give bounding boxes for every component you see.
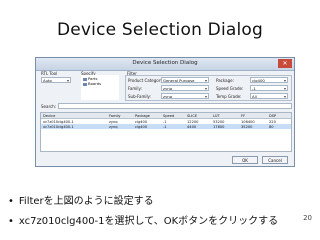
slide-title: Device Selection Dialog xyxy=(56,20,264,40)
chevron-down-icon: ▾ xyxy=(204,78,207,83)
column-header[interactable]: SLICE xyxy=(187,114,197,118)
table-cell: 53200 xyxy=(213,119,225,124)
rtl-tool-select[interactable]: Auto ▾ xyxy=(41,77,71,83)
product-category-select[interactable]: General Purpose ▾ xyxy=(161,77,209,83)
specify-item-boards[interactable]: Boards xyxy=(83,81,101,86)
table-cell: 4400 xyxy=(187,124,197,129)
chevron-down-icon: ▾ xyxy=(283,78,286,83)
table-cell: 106400 xyxy=(241,119,255,124)
chevron-down-icon: ▾ xyxy=(283,86,286,91)
temp-grade-label: Temp Grade: xyxy=(216,94,242,99)
product-category-label: Product Category: xyxy=(128,78,164,83)
package-label: Package: xyxy=(216,78,234,83)
specify-item-label: Boards xyxy=(88,81,102,86)
product-category-value: General Purpose xyxy=(163,78,195,83)
column-header[interactable]: FF xyxy=(241,114,245,118)
table-cell: 12200 xyxy=(187,119,199,124)
dialog-titlebar: Device Selection Dialog ✕ xyxy=(36,58,294,71)
table-cell: 17600 xyxy=(213,124,225,129)
speed-grade-select[interactable]: -1 ▾ xyxy=(250,85,288,91)
table-cell: 220 xyxy=(269,119,276,124)
device-selection-dialog: Device Selection Dialog ✕ RTL Tool Auto … xyxy=(35,57,295,167)
column-header[interactable]: Package xyxy=(135,114,150,118)
rtl-tool-value: Auto xyxy=(43,78,52,83)
cancel-button[interactable]: Cancel xyxy=(262,156,288,164)
device-table: Device Family Package Speed SLICE LUT FF… xyxy=(40,112,292,152)
column-header[interactable]: Device xyxy=(43,114,55,118)
table-cell: xc7z010clg400-1 xyxy=(43,119,74,124)
temp-grade-value: All xyxy=(252,94,257,99)
close-icon[interactable]: ✕ xyxy=(278,59,292,68)
chevron-down-icon: ▾ xyxy=(283,94,286,99)
search-label: Search: xyxy=(41,104,57,109)
page-number: 20 xyxy=(303,214,312,222)
table-cell: clg400 xyxy=(135,119,148,124)
package-value: clg400 xyxy=(252,78,265,83)
bullet-dot-icon: • xyxy=(8,196,14,207)
table-cell: clg400 xyxy=(135,124,148,129)
table-cell: -1 xyxy=(163,124,167,129)
ok-button[interactable]: OK xyxy=(232,156,258,164)
family-value: zynq xyxy=(163,86,173,91)
chevron-down-icon: ▾ xyxy=(204,86,207,91)
search-input[interactable] xyxy=(58,103,292,109)
speed-grade-value: -1 xyxy=(252,86,256,91)
bullet-text: xc7z010clg400-1を選択して、OKボタンをクリックする xyxy=(18,216,279,227)
table-cell: zynq xyxy=(109,124,118,129)
family-label: Family: xyxy=(128,86,142,91)
table-cell: zynq xyxy=(109,119,118,124)
rtl-tool-label: RTL Tool xyxy=(41,71,58,76)
bullet-item: • xc7z010clg400-1を選択して、OKボタンをクリックする xyxy=(8,212,278,227)
column-header[interactable]: LUT xyxy=(213,114,220,118)
speed-grade-label: Speed Grade: xyxy=(216,86,244,91)
sub-family-select[interactable]: zynq ▾ xyxy=(161,93,209,99)
sub-family-value: zynq xyxy=(163,94,173,99)
bullet-text: Filterを上図のように設定する xyxy=(18,196,154,207)
bullet-item: • Filterを上図のように設定する xyxy=(8,192,154,207)
chevron-down-icon: ▾ xyxy=(66,78,69,83)
table-row-selected[interactable]: xc7z010clg400-1 zynq clg400 -1 4400 1760… xyxy=(41,124,291,129)
table-cell: 80 xyxy=(269,124,274,129)
board-icon xyxy=(83,82,87,86)
family-select[interactable]: zynq ▾ xyxy=(161,85,209,91)
temp-grade-select[interactable]: All ▾ xyxy=(250,93,288,99)
table-cell: -1 xyxy=(163,119,167,124)
column-header[interactable]: DSP xyxy=(269,114,276,118)
table-cell: xc7z010clg400-1 xyxy=(43,124,74,129)
column-header[interactable]: Family xyxy=(109,114,121,118)
chevron-down-icon: ▾ xyxy=(204,94,207,99)
bullet-dot-icon: • xyxy=(8,216,14,227)
sub-family-label: Sub-Family: xyxy=(128,94,151,99)
dialog-title: Device Selection Dialog xyxy=(132,60,198,66)
column-header[interactable]: Speed xyxy=(163,114,174,118)
table-cell: 35200 xyxy=(241,124,253,129)
specify-tree: Parts Boards xyxy=(81,75,119,100)
package-select[interactable]: clg400 ▾ xyxy=(250,77,288,83)
